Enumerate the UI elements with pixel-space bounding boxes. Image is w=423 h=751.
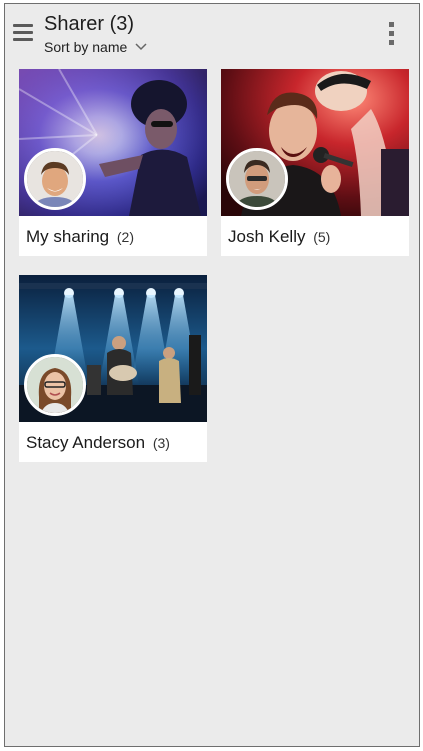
avatar xyxy=(24,148,86,210)
page-title: Sharer (3) xyxy=(44,13,135,35)
card-caption: My sharing (2) xyxy=(26,226,134,248)
sharer-name: My sharing xyxy=(26,227,110,246)
sharer-name: Stacy Anderson xyxy=(26,433,146,452)
card-caption: Stacy Anderson (3) xyxy=(26,432,170,454)
hamburger-menu-icon[interactable] xyxy=(11,21,35,45)
sharer-card-stacy-anderson[interactable]: Stacy Anderson (3) xyxy=(19,275,207,462)
title-block: Sharer (3) xyxy=(44,12,134,36)
sharer-count: (3) xyxy=(152,435,170,451)
vertical-dots-icon[interactable] xyxy=(387,22,397,50)
sharer-card-josh-kelly[interactable]: Josh Kelly (5) xyxy=(221,69,409,256)
sharer-name: Josh Kelly xyxy=(228,227,306,246)
sharer-count: (2) xyxy=(116,229,134,245)
avatar xyxy=(226,148,288,210)
sort-dropdown[interactable]: Sort by name xyxy=(44,38,147,56)
app-screen: Sharer (3) Sort by name My sharing (2) J… xyxy=(4,3,420,747)
avatar xyxy=(24,354,86,416)
chevron-down-icon xyxy=(135,43,147,51)
app-bar: Sharer (3) Sort by name xyxy=(5,4,419,62)
sharer-count: (5) xyxy=(313,229,331,245)
sort-label: Sort by name xyxy=(44,39,128,55)
card-caption: Josh Kelly (5) xyxy=(228,226,330,248)
sharer-card-my-sharing[interactable]: My sharing (2) xyxy=(19,69,207,256)
